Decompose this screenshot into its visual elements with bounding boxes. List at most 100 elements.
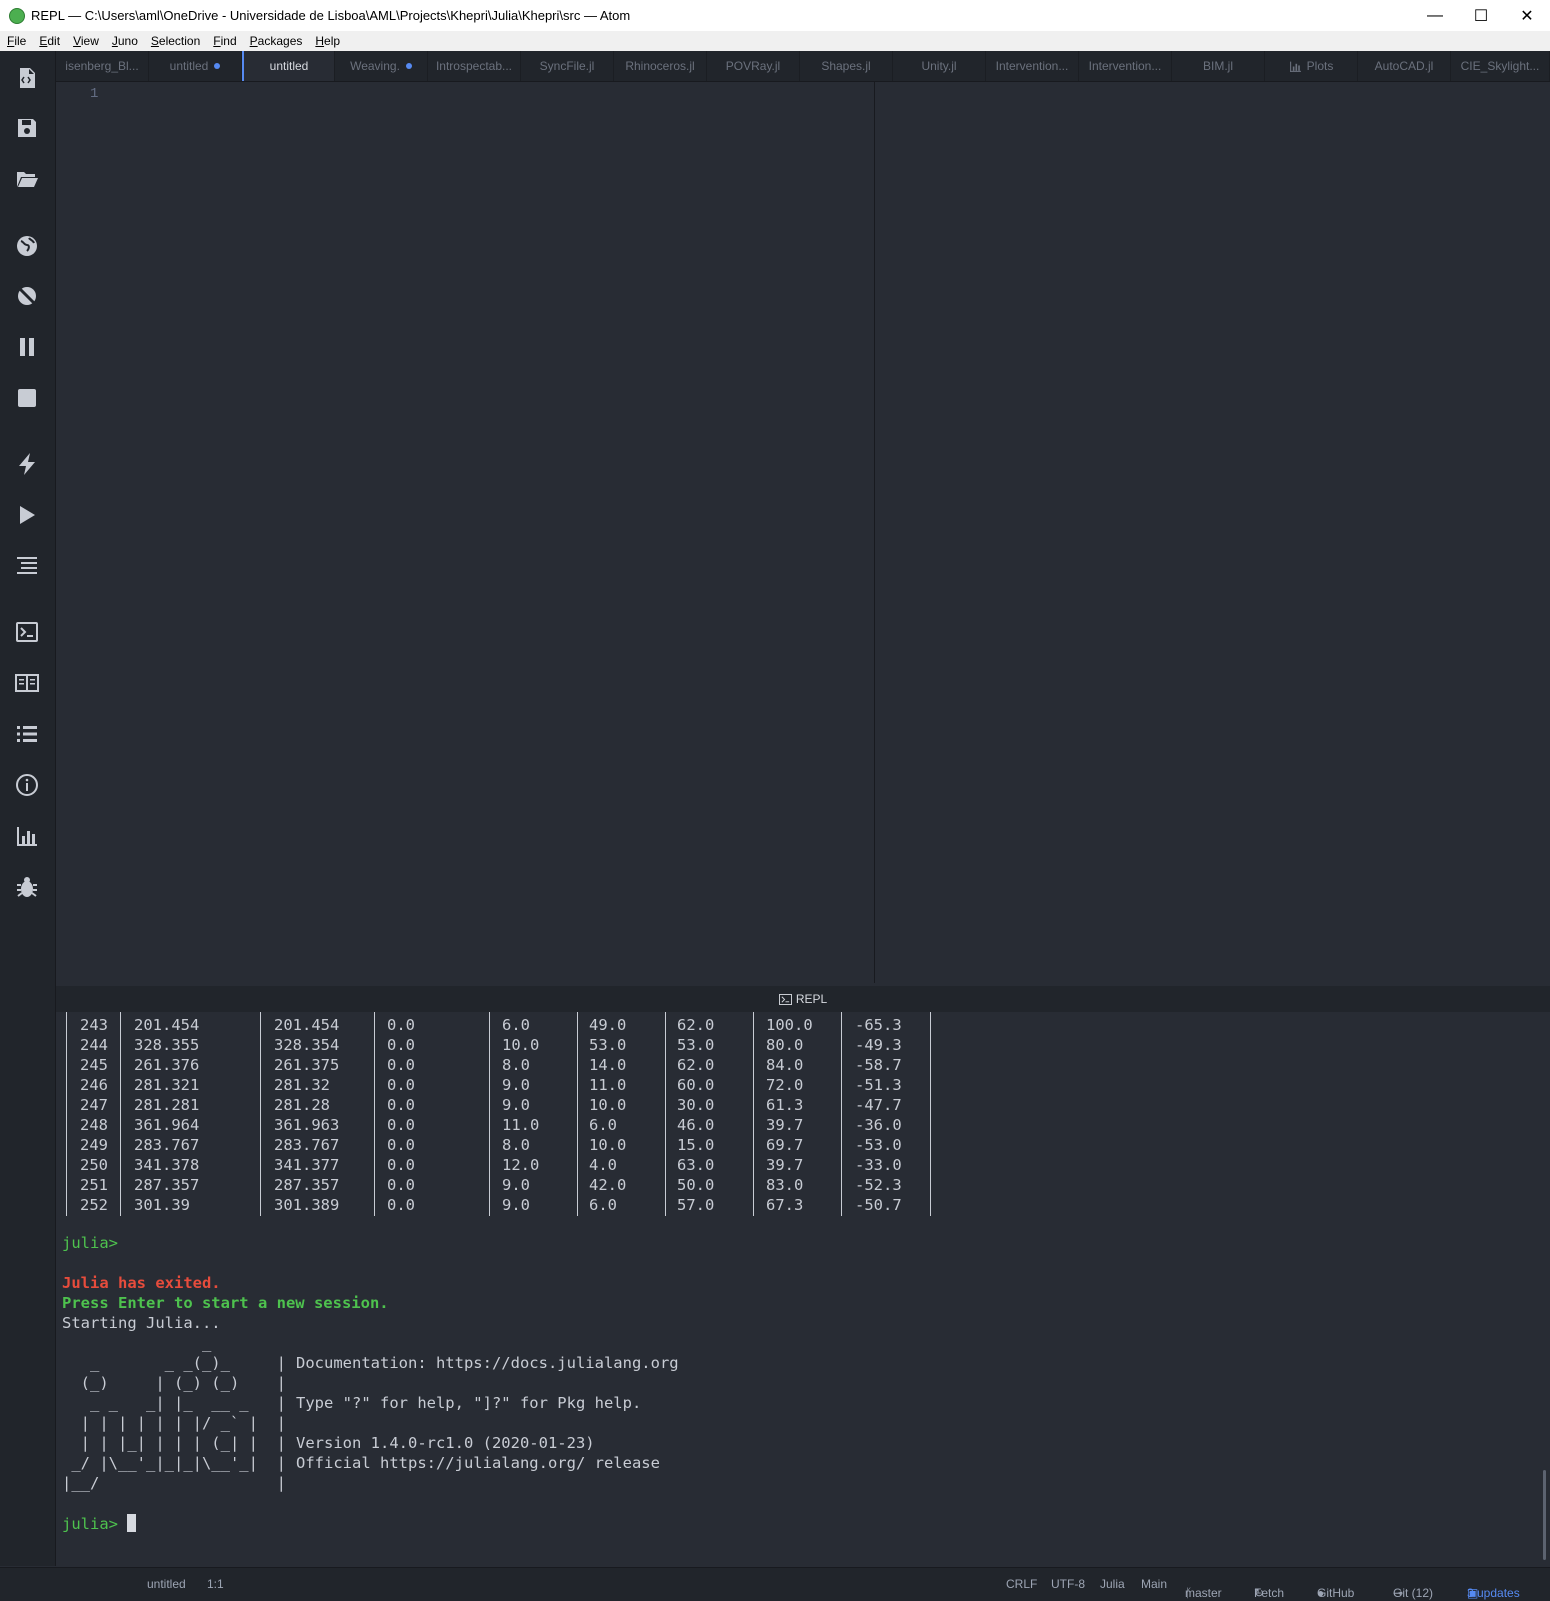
menu-find[interactable]: Find (206, 34, 242, 48)
chart-icon[interactable] (12, 821, 42, 851)
list-icon[interactable] (12, 719, 42, 749)
menu-edit[interactable]: Edit (32, 34, 66, 48)
menu-packages[interactable]: Packages (243, 34, 309, 48)
repl-prompt: julia> (62, 1515, 118, 1533)
tab-unity[interactable]: Unity.jl (893, 51, 986, 81)
table-row: 248 361.964 361.963 0.0 11.0 6.0 46.0 39.7 -36.0 (56, 1116, 956, 1136)
info-icon[interactable] (12, 770, 42, 800)
menu-selection[interactable]: Selection (144, 34, 206, 48)
status-encoding[interactable]: UTF-8 (1051, 1577, 1085, 1591)
atom-icon (9, 7, 25, 24)
repl-input-line[interactable]: julia> (62, 1514, 137, 1533)
repl-scrollbar[interactable] (1543, 1470, 1546, 1560)
table-cell: 283.767 (274, 1136, 340, 1154)
table-column-divider (577, 1012, 578, 1216)
table-row: 249 283.767 283.767 0.0 8.0 10.0 15.0 69.7 -53.0 (56, 1136, 956, 1156)
menu-juno[interactable]: Juno (105, 34, 144, 48)
tab-povray[interactable]: POVRay.jl (707, 51, 800, 81)
table-row: 252 301.39 301.389 0.0 9.0 6.0 57.0 67.3 -50.7 (56, 1196, 956, 1216)
tab-intervention-1[interactable]: Intervention... (986, 51, 1079, 81)
table-cell: 53.0 (677, 1036, 715, 1054)
table-cell: 42.0 (589, 1176, 627, 1194)
table-row: 247 281.281 281.28 0.0 9.0 10.0 30.0 61.3 -47.7 (56, 1096, 956, 1116)
tab-shapes[interactable]: Shapes.jl (800, 51, 893, 81)
table-cell: 84.0 (766, 1056, 804, 1074)
table-cell: 9.0 (502, 1096, 530, 1114)
pause-icon[interactable] (12, 332, 42, 362)
status-file[interactable]: untitled (147, 1577, 186, 1591)
tab-weaving[interactable]: Weaving. (335, 51, 428, 81)
table-cell: 10.0 (502, 1036, 540, 1054)
tab-untitled-modified[interactable]: untitled (149, 51, 242, 81)
maximize-button[interactable]: ☐ (1458, 0, 1504, 31)
table-cell: 328.354 (274, 1036, 340, 1054)
tab-bim[interactable]: BIM.jl (1172, 51, 1265, 81)
table-row: 246 281.321 281.32 0.0 9.0 11.0 60.0 72.0 -51.3 (56, 1076, 956, 1096)
table-cell: 39.7 (766, 1156, 804, 1174)
format-icon[interactable] (12, 551, 42, 581)
open-folder-icon[interactable] (12, 164, 42, 194)
table-cell: 287.357 (274, 1176, 340, 1194)
julia-logo: _ _ _| |_ __ _ | (62, 1394, 286, 1412)
table-cell: 62.0 (677, 1056, 715, 1074)
table-cell: 6.0 (502, 1016, 530, 1034)
close-button[interactable]: ✕ (1504, 0, 1550, 31)
table-cell: 0.0 (387, 1196, 415, 1214)
table-cell: 53.0 (589, 1036, 627, 1054)
table-cell: 361.963 (274, 1116, 340, 1134)
table-cell: 11.0 (589, 1076, 627, 1094)
status-module[interactable]: Main (1141, 1577, 1167, 1591)
save-icon[interactable] (12, 113, 42, 143)
menu-view[interactable]: View (66, 34, 105, 48)
table-cell: 0.0 (387, 1176, 415, 1194)
tab-rhinoceros[interactable]: Rhinoceros.jl (614, 51, 707, 81)
title-bar: REPL — C:\Users\aml\OneDrive - Universid… (0, 0, 1550, 32)
tab-syncfile[interactable]: SyncFile.jl (521, 51, 614, 81)
tab-intervention-2[interactable]: Intervention... (1079, 51, 1172, 81)
table-cell: 12.0 (502, 1156, 540, 1174)
julia-logo: (_) | (_) (_) | (62, 1374, 286, 1392)
editor-pane[interactable]: 1 (56, 82, 874, 983)
repl-tab-header[interactable]: REPL (56, 986, 1550, 1012)
table-cell: 245 (80, 1056, 108, 1074)
menu-help[interactable]: Help (308, 34, 346, 48)
table-cell: 9.0 (502, 1176, 530, 1194)
play-icon[interactable] (12, 500, 42, 530)
table-column-divider (120, 1012, 121, 1216)
table-cell: 8.0 (502, 1136, 530, 1154)
new-file-icon[interactable] (12, 63, 42, 93)
table-cell: 6.0 (589, 1196, 617, 1214)
table-cell: 250 (80, 1156, 108, 1174)
table-cell: 0.0 (387, 1096, 415, 1114)
table-cell: 61.3 (766, 1096, 804, 1114)
julia-logo: |__/ | (62, 1474, 286, 1492)
tab-introspectable[interactable]: Introspectab... (428, 51, 521, 81)
editor-pane-right[interactable] (875, 82, 1550, 983)
globe-icon[interactable] (12, 231, 42, 261)
tab-cie-skylight[interactable]: CIE_Skylight... (1451, 51, 1550, 81)
stop-icon[interactable] (12, 383, 42, 413)
book-icon[interactable] (12, 668, 42, 698)
tab-untitled-active[interactable]: untitled (242, 51, 335, 81)
menu-file[interactable]: File (0, 34, 32, 48)
tab-isenberg[interactable]: isenberg_Bl... (56, 51, 149, 81)
terminal-icon (778, 993, 792, 1005)
disconnect-icon[interactable] (12, 281, 42, 311)
tab-autocad[interactable]: AutoCAD.jl (1358, 51, 1451, 81)
status-cursor-position[interactable]: 1:1 (207, 1577, 224, 1591)
table-cell: 281.32 (274, 1076, 330, 1094)
terminal-icon[interactable] (12, 617, 42, 647)
repl-terminal[interactable]: 243 201.454 201.454 0.0 6.0 49.0 62.0 100.0 -65.… (56, 1012, 1550, 1567)
table-cell: 243 (80, 1016, 108, 1034)
minimize-button[interactable]: — (1412, 0, 1458, 31)
julia-logo: _ _ _(_)_ | (62, 1354, 286, 1372)
lightning-icon[interactable] (12, 449, 42, 479)
status-line-ending[interactable]: CRLF (1006, 1577, 1037, 1591)
status-grammar[interactable]: Julia (1100, 1577, 1125, 1591)
tab-plots[interactable]: Plots (1265, 51, 1358, 81)
bug-icon[interactable] (12, 872, 42, 902)
banner-version: Version 1.4.0-rc1.0 (2020-01-23) (296, 1434, 595, 1452)
banner-help: Type "?" for help, "]?" for Pkg help. (296, 1394, 642, 1412)
table-cell: 83.0 (766, 1176, 804, 1194)
table-cell: 11.0 (502, 1116, 540, 1134)
